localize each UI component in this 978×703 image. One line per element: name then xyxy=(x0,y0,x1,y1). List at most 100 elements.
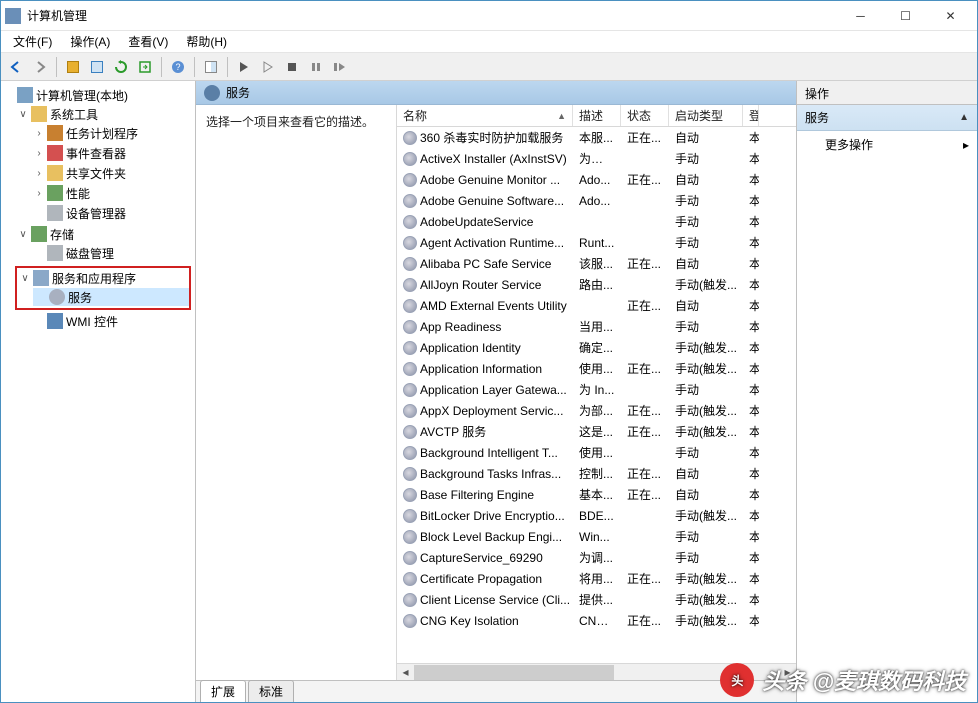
service-row[interactable]: AllJoyn Router Service路由...手动(触发...本 xyxy=(397,274,796,295)
services-rows[interactable]: 360 杀毒实时防护加载服务本服...正在...自动本ActiveX Insta… xyxy=(397,127,796,663)
minimize-button[interactable]: ─ xyxy=(838,2,883,30)
collapse-icon[interactable]: ∨ xyxy=(15,229,31,240)
expand-icon[interactable]: › xyxy=(31,128,47,139)
cell-startup-type: 自动 xyxy=(669,465,743,482)
start-service-button-2[interactable] xyxy=(257,56,279,78)
cell-desc: 为从 ... xyxy=(573,150,621,167)
col-logon[interactable]: 登 xyxy=(743,105,759,126)
service-row[interactable]: Client License Service (Cli...提供...手动(触发… xyxy=(397,589,796,610)
service-row[interactable]: Block Level Backup Engi...Win...手动本 xyxy=(397,526,796,547)
service-row[interactable]: Application Identity确定...手动(触发...本 xyxy=(397,337,796,358)
collapse-icon[interactable]: ∨ xyxy=(17,273,33,284)
service-row[interactable]: Base Filtering Engine基本...正在...自动本 xyxy=(397,484,796,505)
menu-view[interactable]: 查看(V) xyxy=(120,31,176,52)
start-service-button[interactable] xyxy=(233,56,255,78)
back-button[interactable] xyxy=(5,56,27,78)
service-row[interactable]: BitLocker Drive Encryptio...BDE...手动(触发.… xyxy=(397,505,796,526)
col-startup-type[interactable]: 启动类型 xyxy=(669,105,743,126)
tree-shared-folders[interactable]: ›共享文件夹 xyxy=(31,164,195,182)
tree-root[interactable]: 计算机管理(本地) xyxy=(1,86,195,104)
tree-device-manager[interactable]: 设备管理器 xyxy=(31,204,195,222)
tree-performance[interactable]: ›性能 xyxy=(31,184,195,202)
service-row[interactable]: Application Information使用...正在...手动(触发..… xyxy=(397,358,796,379)
service-row[interactable]: Alibaba PC Safe Service该服...正在...自动本 xyxy=(397,253,796,274)
tab-standard[interactable]: 标准 xyxy=(248,680,294,702)
properties-button[interactable] xyxy=(86,56,108,78)
service-row[interactable]: AMD External Events Utility正在...自动本 xyxy=(397,295,796,316)
tree-disk-mgmt[interactable]: 磁盘管理 xyxy=(31,244,195,262)
cell-name: AppX Deployment Servic... xyxy=(397,404,573,418)
service-row[interactable]: CNG Key IsolationCNG...正在...手动(触发...本 xyxy=(397,610,796,631)
tree-label: 计算机管理(本地) xyxy=(36,87,128,104)
service-row[interactable]: Background Intelligent T...使用...手动本 xyxy=(397,442,796,463)
maximize-button[interactable]: ☐ xyxy=(883,2,928,30)
tree-storage[interactable]: ∨存储 xyxy=(15,225,195,243)
service-row[interactable]: Adobe Genuine Monitor ...Ado...正在...自动本 xyxy=(397,169,796,190)
cell-status: 正在... xyxy=(621,486,669,503)
actions-section-services[interactable]: 服务 ▲ xyxy=(797,105,977,131)
actions-header: 操作 xyxy=(797,81,977,105)
tree-label: WMI 控件 xyxy=(66,313,118,330)
service-row[interactable]: 360 杀毒实时防护加载服务本服...正在...自动本 xyxy=(397,127,796,148)
service-row[interactable]: Adobe Genuine Software...Ado...手动本 xyxy=(397,190,796,211)
stop-service-button[interactable] xyxy=(281,56,303,78)
cell-status: 正在... xyxy=(621,402,669,419)
action-pane-button[interactable] xyxy=(200,56,222,78)
cell-desc: 使用... xyxy=(573,444,621,461)
scroll-thumb[interactable] xyxy=(414,665,614,680)
cell-status: 正在... xyxy=(621,465,669,482)
gear-icon xyxy=(204,85,220,101)
service-row[interactable]: AppX Deployment Servic...为部...正在...手动(触发… xyxy=(397,400,796,421)
expand-icon[interactable]: › xyxy=(31,148,47,159)
expand-icon[interactable]: › xyxy=(31,188,47,199)
collapse-icon[interactable]: ▲ xyxy=(959,112,969,123)
service-row[interactable]: ActiveX Installer (AxInstSV)为从 ...手动本 xyxy=(397,148,796,169)
col-status[interactable]: 状态 xyxy=(621,105,669,126)
export-button[interactable] xyxy=(134,56,156,78)
menu-help[interactable]: 帮助(H) xyxy=(178,31,235,52)
expand-icon[interactable]: › xyxy=(31,168,47,179)
gear-icon xyxy=(49,289,65,305)
menu-file[interactable]: 文件(F) xyxy=(5,31,60,52)
help-button[interactable]: ? xyxy=(167,56,189,78)
service-row[interactable]: Background Tasks Infras...控制...正在...自动本 xyxy=(397,463,796,484)
cell-startup-type: 手动 xyxy=(669,192,743,209)
tree-event-viewer[interactable]: ›事件查看器 xyxy=(31,144,195,162)
tree-pane[interactable]: 计算机管理(本地) ∨系统工具 ›任务计划程序 ›事件查看器 ›共享文件夹 ›性… xyxy=(1,81,196,702)
service-row[interactable]: Certificate Propagation将用...正在...手动(触发..… xyxy=(397,568,796,589)
cell-startup-type: 自动 xyxy=(669,297,743,314)
horizontal-scrollbar[interactable]: ◂ ▸ xyxy=(397,663,796,680)
collapse-icon[interactable]: ∨ xyxy=(15,109,31,120)
services-header: 服务 xyxy=(196,81,796,105)
service-row[interactable]: AVCTP 服务这是...正在...手动(触发...本 xyxy=(397,421,796,442)
restart-service-button[interactable] xyxy=(329,56,351,78)
tree-task-scheduler[interactable]: ›任务计划程序 xyxy=(31,124,195,142)
service-row[interactable]: App Readiness当用...手动本 xyxy=(397,316,796,337)
cell-logon: 本 xyxy=(743,192,759,209)
cell-name: Application Information xyxy=(397,362,573,376)
refresh-button[interactable] xyxy=(110,56,132,78)
tree-system-tools[interactable]: ∨系统工具 xyxy=(15,105,195,123)
cell-desc: Ado... xyxy=(573,173,621,187)
computer-icon xyxy=(17,87,33,103)
col-desc[interactable]: 描述 xyxy=(573,105,621,126)
tree-services-apps[interactable]: ∨服务和应用程序 xyxy=(17,269,189,287)
close-button[interactable]: ✕ xyxy=(928,2,973,30)
menu-action[interactable]: 操作(A) xyxy=(62,31,118,52)
scroll-left-icon[interactable]: ◂ xyxy=(397,664,414,681)
cell-name: Base Filtering Engine xyxy=(397,488,573,502)
pause-service-button[interactable] xyxy=(305,56,327,78)
action-more[interactable]: 更多操作 ▸ xyxy=(797,131,977,158)
service-row[interactable]: Application Layer Gatewa...为 In...手动本 xyxy=(397,379,796,400)
tree-services[interactable]: 服务 xyxy=(33,288,189,306)
show-hide-tree-button[interactable] xyxy=(62,56,84,78)
tab-extended[interactable]: 扩展 xyxy=(200,680,246,702)
service-row[interactable]: AdobeUpdateService手动本 xyxy=(397,211,796,232)
service-row[interactable]: Agent Activation Runtime...Runt...手动本 xyxy=(397,232,796,253)
service-row[interactable]: CaptureService_69290为调...手动本 xyxy=(397,547,796,568)
forward-button[interactable] xyxy=(29,56,51,78)
scroll-right-icon[interactable]: ▸ xyxy=(779,664,796,681)
cell-desc: 将用... xyxy=(573,570,621,587)
tree-wmi[interactable]: WMI 控件 xyxy=(31,312,195,330)
col-name[interactable]: 名称▲ xyxy=(397,105,573,126)
